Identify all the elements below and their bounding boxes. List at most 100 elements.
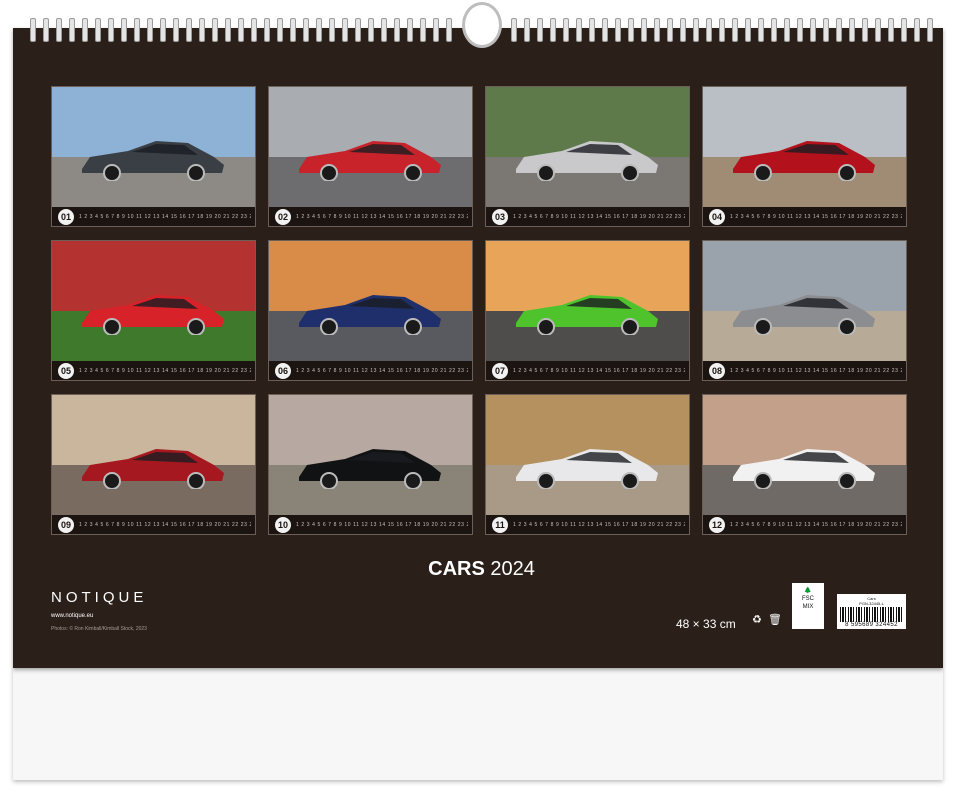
spiral-loop	[407, 18, 413, 42]
spiral-loop	[784, 18, 790, 42]
car-icon	[82, 295, 224, 335]
month-number: 11	[492, 516, 508, 533]
month-days: 1 2 3 4 5 6 7 8 9 10 11 12 13 14 15 16 1…	[296, 521, 468, 528]
car-photo	[703, 395, 906, 515]
spiral-loop	[680, 18, 686, 42]
spiral-loop	[56, 18, 62, 42]
spiral-loop	[238, 18, 244, 42]
fsc-logo: 🌲 FSC MIX	[792, 583, 824, 629]
car-icon	[516, 295, 658, 335]
spiral-loop	[95, 18, 101, 42]
spiral-loop	[199, 18, 205, 42]
month-tile: 12 1 2 3 4 5 6 7 8 9 10 11 12 13 14 15 16…	[702, 394, 907, 535]
month-strip: 02 1 2 3 4 5 6 7 8 9 10 11 12 13 14 15 16…	[269, 207, 472, 226]
hanger-hook	[462, 2, 502, 48]
month-number: 01	[58, 208, 74, 225]
car-wheel	[838, 318, 856, 335]
car-wheel	[404, 164, 422, 181]
month-strip: 06 1 2 3 4 5 6 7 8 9 10 11 12 13 14 15 16…	[269, 361, 472, 380]
spiral-loop	[693, 18, 699, 42]
spiral-loop	[706, 18, 712, 42]
barcode-code: PGN-32445-L	[859, 601, 884, 606]
month-number: 04	[709, 208, 725, 225]
month-days: 1 2 3 4 5 6 7 8 9 10 11 12 13 14 15 16 1…	[79, 521, 251, 528]
spiral-loop	[927, 18, 933, 42]
car-photo	[52, 395, 255, 515]
calendar-bottom-page	[13, 668, 943, 780]
month-number: 03	[492, 208, 508, 225]
car-photo	[269, 395, 472, 515]
car-icon	[82, 141, 224, 181]
spiral-loop	[524, 18, 530, 42]
month-strip: 01 1 2 3 4 5 6 7 8 9 10 11 12 13 14 15 16…	[52, 207, 255, 226]
car-wheel	[754, 318, 772, 335]
spiral-loop	[628, 18, 634, 42]
barcode-bars	[840, 607, 903, 622]
month-tile: 06 1 2 3 4 5 6 7 8 9 10 11 12 13 14 15 16…	[268, 240, 473, 381]
car-wheel	[187, 472, 205, 489]
title-bold: CARS	[428, 558, 485, 580]
car-wheel	[320, 318, 338, 335]
month-tile: 10 1 2 3 4 5 6 7 8 9 10 11 12 13 14 15 16…	[268, 394, 473, 535]
recycle-icon: ♻	[752, 614, 762, 626]
car-photo	[269, 241, 472, 361]
car-wheel	[537, 472, 555, 489]
month-tile: 05 1 2 3 4 5 6 7 8 9 10 11 12 13 14 15 16…	[51, 240, 256, 381]
month-days: 1 2 3 4 5 6 7 8 9 10 11 12 13 14 15 16 1…	[513, 367, 685, 374]
month-number: 12	[709, 516, 725, 533]
car-photo	[269, 87, 472, 207]
spiral-loop	[719, 18, 725, 42]
spiral-loop	[745, 18, 751, 42]
month-tile: 02 1 2 3 4 5 6 7 8 9 10 11 12 13 14 15 16…	[268, 86, 473, 227]
spiral-loop	[875, 18, 881, 42]
month-days: 1 2 3 4 5 6 7 8 9 10 11 12 13 14 15 16 1…	[296, 367, 468, 374]
car-photo	[52, 241, 255, 361]
car-wheel	[621, 164, 639, 181]
fsc-mix: MIX	[802, 604, 814, 610]
car-wheel	[103, 164, 121, 181]
spiral-loop	[589, 18, 595, 42]
spiral-loop	[290, 18, 296, 42]
spiral-loop	[264, 18, 270, 42]
bin-icon: 🗑	[768, 614, 782, 626]
month-tile: 03 1 2 3 4 5 6 7 8 9 10 11 12 13 14 15 16…	[485, 86, 690, 227]
month-number: 09	[58, 516, 74, 533]
spiral-loop	[810, 18, 816, 42]
spiral-loop	[381, 18, 387, 42]
spiral-loop	[277, 18, 283, 42]
month-tile: 09 1 2 3 4 5 6 7 8 9 10 11 12 13 14 15 16…	[51, 394, 256, 535]
car-wheel	[838, 164, 856, 181]
photo-credit: Photos: © Ron Kimball/Kimball Stock, 202…	[51, 626, 147, 632]
spiral-loop	[355, 18, 361, 42]
spiral-loop	[160, 18, 166, 42]
month-days: 1 2 3 4 5 6 7 8 9 10 11 12 13 14 15 16 1…	[296, 213, 468, 220]
car-wheel	[838, 472, 856, 489]
spiral-loop	[69, 18, 75, 42]
spiral-loop	[888, 18, 894, 42]
spiral-loop	[303, 18, 309, 42]
spiral-loop	[147, 18, 153, 42]
spiral-loop	[823, 18, 829, 42]
month-days: 1 2 3 4 5 6 7 8 9 10 11 12 13 14 15 16 1…	[79, 367, 251, 374]
month-number: 07	[492, 362, 508, 379]
fsc-label: FSC	[802, 596, 814, 602]
spiral-loop	[225, 18, 231, 42]
car-wheel	[404, 472, 422, 489]
month-tile: 04 1 2 3 4 5 6 7 8 9 10 11 12 13 14 15 16…	[702, 86, 907, 227]
spiral-loop	[511, 18, 517, 42]
spiral-loop	[212, 18, 218, 42]
car-wheel	[754, 472, 772, 489]
month-strip: 09 1 2 3 4 5 6 7 8 9 10 11 12 13 14 15 16…	[52, 515, 255, 534]
car-wheel	[621, 472, 639, 489]
month-strip: 03 1 2 3 4 5 6 7 8 9 10 11 12 13 14 15 16…	[486, 207, 689, 226]
spiral-loop	[901, 18, 907, 42]
month-days: 1 2 3 4 5 6 7 8 9 10 11 12 13 14 15 16 1…	[730, 213, 902, 220]
spiral-loop	[368, 18, 374, 42]
spiral-loop	[667, 18, 673, 42]
spiral-loop	[433, 18, 439, 42]
month-number: 02	[275, 208, 291, 225]
title-year: 2024	[490, 558, 535, 580]
car-photo	[52, 87, 255, 207]
car-wheel	[187, 318, 205, 335]
month-strip: 04 1 2 3 4 5 6 7 8 9 10 11 12 13 14 15 16…	[703, 207, 906, 226]
